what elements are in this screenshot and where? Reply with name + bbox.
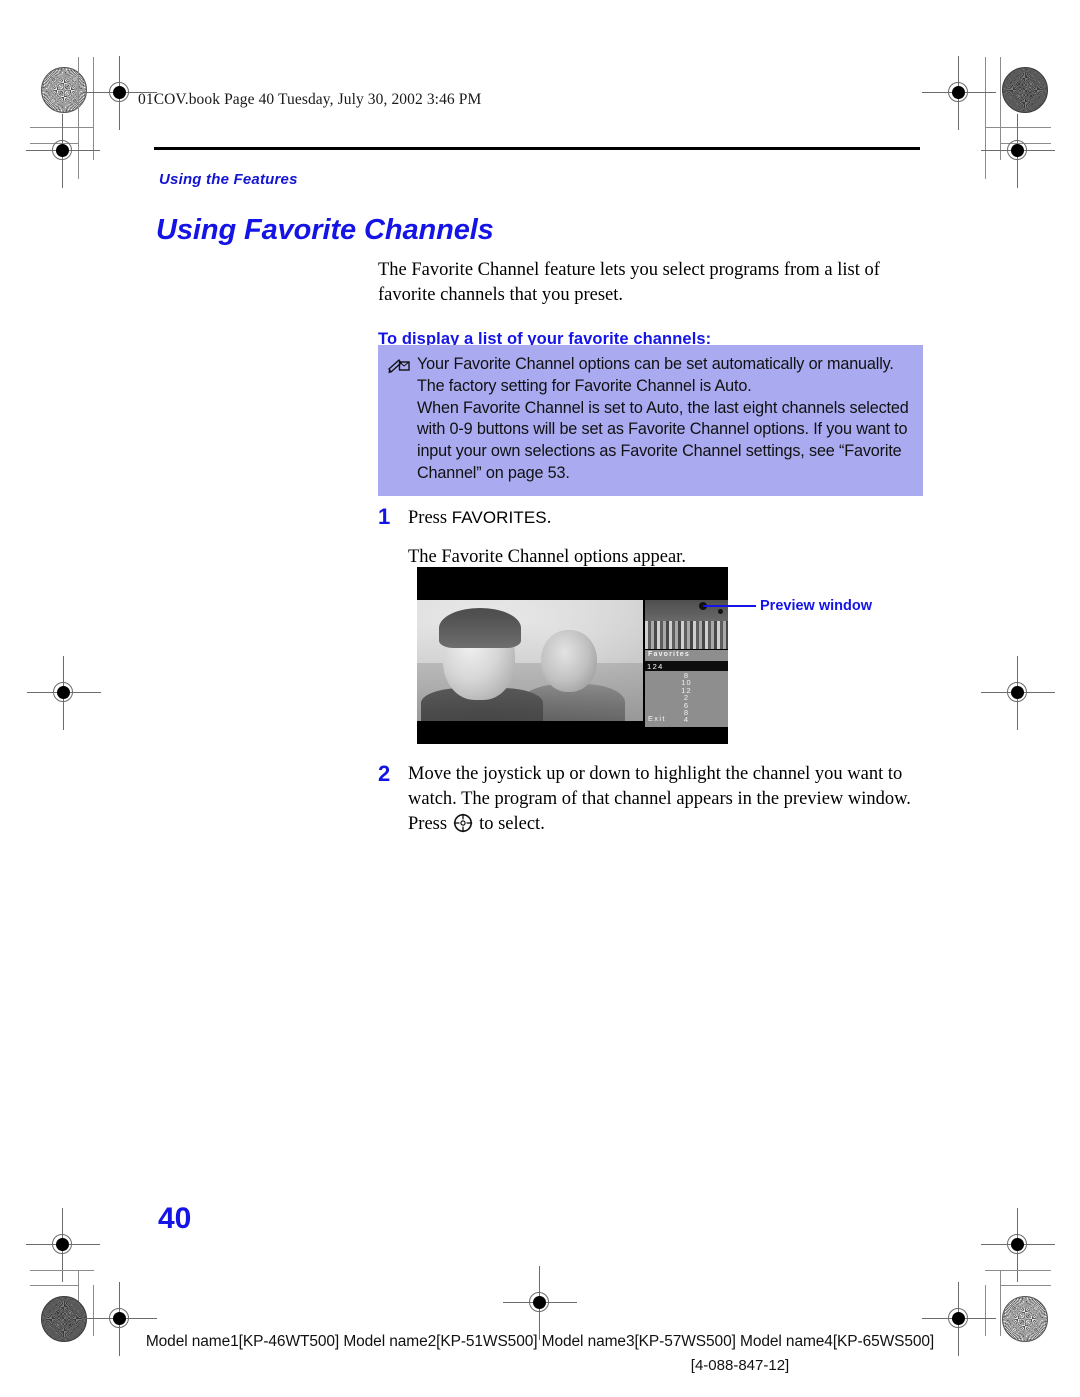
registration-target-bottom-right-a	[981, 1208, 1055, 1282]
callout-leader-line	[703, 605, 756, 607]
crop-mark-bottom-right-v1	[1000, 1270, 1001, 1336]
registration-target-top-right-b	[981, 114, 1055, 188]
note-paragraph-1: Your Favorite Channel options can be set…	[417, 355, 894, 395]
step-1-body: Press FAVORITES. The Favorite Channel op…	[408, 505, 686, 570]
step-2-body: Move the joystick up or down to highligh…	[408, 762, 911, 837]
note-text: Your Favorite Channel options can be set…	[417, 354, 909, 485]
registration-target-top-left-b	[26, 114, 100, 188]
step-1-text-c: .	[546, 508, 552, 528]
tv-main-program-image	[417, 600, 643, 721]
crop-mark-bottom-right-h2	[1000, 1285, 1051, 1286]
image-vignette	[417, 600, 643, 721]
crop-mark-bottom-right-h1	[985, 1270, 1051, 1271]
registration-target-mid-right	[981, 656, 1055, 730]
step-2-line-1: Move the joystick up or down to highligh…	[408, 764, 903, 784]
favorites-osd-menu: Favorites 124 8 10 12 2 6 8 4 Exit	[645, 650, 728, 727]
crop-mark-bottom-left-h2	[30, 1285, 78, 1286]
registration-target-top-right-a	[922, 56, 996, 130]
preview-background-band	[645, 600, 728, 622]
joystick-select-icon	[452, 812, 474, 834]
registration-target-mid-left	[27, 656, 101, 730]
tv-screen-figure: Favorites 124 8 10 12 2 6 8 4 Exit	[417, 567, 728, 744]
step-2: 2 Move the joystick up or down to highli…	[378, 762, 923, 837]
step-1-instruction: Press FAVORITES.	[408, 505, 686, 531]
note-paragraph-2: When Favorite Channel is set to Auto, th…	[417, 398, 909, 482]
step-1-text-a: Press	[408, 508, 452, 528]
crop-mark-bottom-left-v2	[93, 1285, 94, 1336]
preview-dot	[718, 609, 723, 614]
crop-mark-bottom-left-h1	[30, 1270, 94, 1271]
running-head: Using the Features	[159, 171, 298, 188]
intro-paragraph: The Favorite Channel feature lets you se…	[378, 260, 880, 305]
registration-target-top-left-a	[83, 56, 157, 130]
step-2-line-3: Press to select.	[408, 812, 911, 837]
page-title: Using Favorite Channels	[156, 214, 494, 246]
page-number: 40	[158, 1202, 192, 1235]
footer-document-number: [4-088-847-12]	[690, 1357, 790, 1374]
halftone-circle-top-left	[41, 67, 87, 113]
step-2-line-2: watch. The program of that channel appea…	[408, 789, 911, 809]
registration-target-bottom-center	[503, 1266, 577, 1340]
osd-selected-row[interactable]: 124	[645, 661, 728, 671]
favorites-button-label: FAVORITES	[451, 508, 547, 527]
crop-mark-bottom-right-v2	[985, 1285, 986, 1336]
note-box: Your Favorite Channel options can be set…	[378, 345, 923, 496]
footer-model-names: Model name1[KP-46WT500] Model name2[KP-5…	[145, 1333, 935, 1350]
osd-exit-item[interactable]: Exit	[648, 714, 666, 723]
osd-menu-title: Favorites	[648, 651, 690, 658]
osd-selected-channel: 124	[647, 662, 664, 671]
halftone-circle-top-right	[1002, 67, 1048, 113]
note-pencil-icon	[388, 357, 410, 377]
step-2-press-label: Press	[408, 814, 448, 834]
file-info-header: 01COV.book Page 40 Tuesday, July 30, 200…	[138, 91, 482, 108]
crop-mark-top-right-v1	[985, 57, 986, 179]
step-1: 1 Press FAVORITES. The Favorite Channel …	[378, 505, 923, 570]
intro-section: The Favorite Channel feature lets you se…	[378, 258, 923, 349]
step-2-number: 2	[378, 761, 391, 786]
step-2-after-icon: to select.	[479, 814, 545, 834]
header-rule	[154, 147, 920, 150]
preview-crowd	[645, 620, 728, 649]
crop-mark-top-left-v2	[93, 57, 94, 160]
step-1-number: 1	[378, 504, 391, 529]
preview-window-callout-label: Preview window	[760, 598, 872, 614]
preview-window	[645, 600, 728, 649]
registration-target-bottom-left-a	[26, 1208, 100, 1282]
